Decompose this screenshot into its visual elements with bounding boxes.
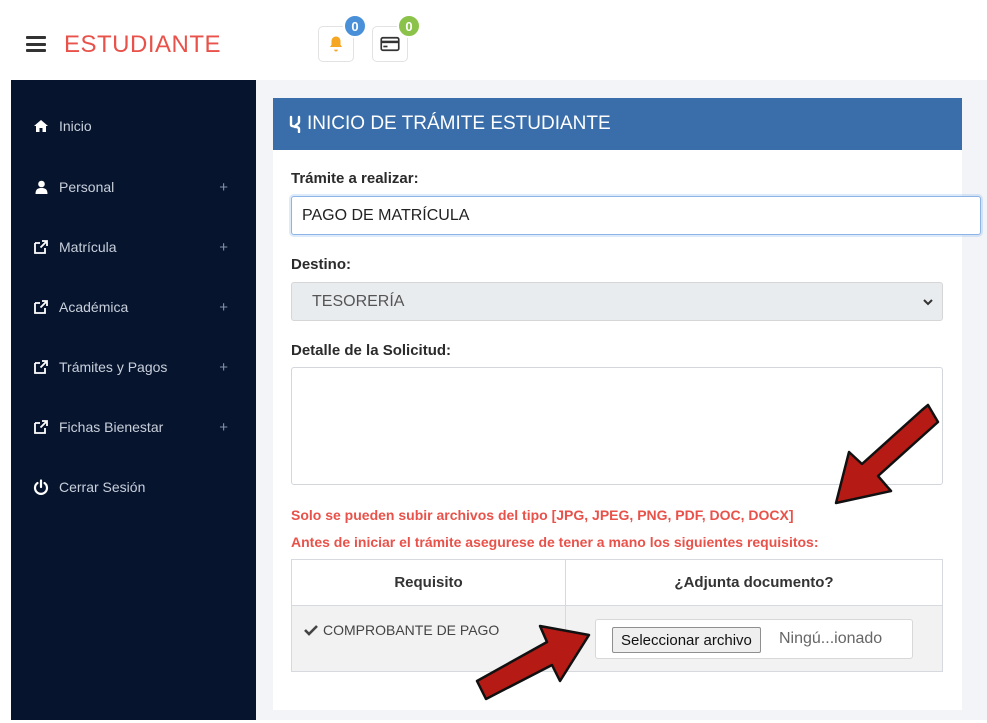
card-title: INICIO DE TRÁMITE ESTUDIANTE — [307, 113, 611, 134]
sidebar-item-label: Cerrar Sesión — [59, 479, 146, 495]
payments-button[interactable]: 0 — [372, 14, 421, 62]
destino-value: TESORERÍA — [312, 292, 405, 310]
menu-toggle-icon[interactable] — [26, 36, 46, 52]
requisito-cell: COMPROBANTE DE PAGO — [304, 622, 499, 638]
external-link-icon — [32, 299, 50, 315]
select-file-button[interactable]: Seleccionar archivo — [612, 627, 761, 653]
external-link-icon — [32, 359, 50, 375]
page: ESTUDIANTE 0 0 Inicio Personal + Matrícu… — [0, 0, 987, 723]
sidebar-item-matricula[interactable]: Matrícula + — [11, 227, 256, 267]
external-link-icon — [32, 419, 50, 435]
requirements-warning: Antes de iniciar el trámite asegurese de… — [291, 534, 819, 550]
bell-icon — [330, 36, 342, 52]
sidebar-item-tramites-pagos[interactable]: Trámites y Pagos + — [11, 347, 256, 387]
sidebar-item-label: Inicio — [59, 118, 92, 134]
sidebar-item-label: Académica — [59, 299, 129, 315]
expand-icon[interactable]: + — [219, 299, 228, 316]
sidebar-item-cerrar-sesion[interactable]: Cerrar Sesión — [11, 467, 256, 507]
sidebar-item-fichas-bienestar[interactable]: Fichas Bienestar + — [11, 407, 256, 447]
expand-icon[interactable]: + — [219, 419, 228, 436]
table-header-adjunta: ¿Adjunta documento? — [566, 560, 942, 606]
check-icon — [304, 625, 318, 636]
sidebar-item-inicio[interactable]: Inicio — [11, 106, 256, 146]
sidebar-item-academica[interactable]: Académica + — [11, 287, 256, 327]
brand-title: ESTUDIANTE — [64, 31, 222, 58]
payments-badge: 0 — [397, 14, 421, 38]
notifications-button[interactable]: 0 — [318, 14, 367, 62]
sidebar-item-label: Trámites y Pagos — [59, 359, 168, 375]
annotation-arrow-icon — [475, 624, 591, 701]
sidebar-item-label: Personal — [59, 179, 115, 195]
top-header: ESTUDIANTE 0 0 — [0, 0, 987, 80]
sidebar-item-personal[interactable]: Personal + — [11, 167, 256, 207]
external-link-icon — [32, 239, 50, 255]
power-icon — [32, 479, 50, 495]
code-fork-icon — [289, 115, 301, 133]
expand-icon[interactable]: + — [219, 239, 228, 256]
notifications-badge: 0 — [343, 14, 367, 38]
credit-card-icon — [380, 36, 400, 52]
file-types-warning: Solo se pueden subir archivos del tipo [… — [291, 507, 794, 523]
annotation-arrow-icon — [834, 403, 940, 505]
sidebar: Inicio Personal + Matrícula + Académica … — [11, 80, 256, 720]
table-header-requisito: Requisito — [292, 560, 565, 606]
tramite-input[interactable]: PAGO DE MATRÍCULA — [291, 196, 981, 235]
sidebar-item-label: Fichas Bienestar — [59, 419, 164, 435]
detalle-label: Detalle de la Solicitud: — [291, 342, 452, 359]
user-icon — [32, 180, 50, 194]
home-icon — [32, 119, 50, 133]
expand-icon[interactable]: + — [219, 179, 228, 196]
file-input[interactable]: Seleccionar archivo Ningú...ionado — [595, 619, 913, 659]
sidebar-item-label: Matrícula — [59, 239, 117, 255]
destino-label: Destino: — [291, 256, 351, 273]
tramite-label: Trámite a realizar: — [291, 170, 419, 187]
destino-select[interactable]: TESORERÍA — [291, 282, 943, 321]
card-header: INICIO DE TRÁMITE ESTUDIANTE — [273, 98, 962, 150]
expand-icon[interactable]: + — [219, 359, 228, 376]
chevron-down-icon — [923, 299, 933, 306]
file-status-text: Ningú...ionado — [779, 630, 883, 647]
